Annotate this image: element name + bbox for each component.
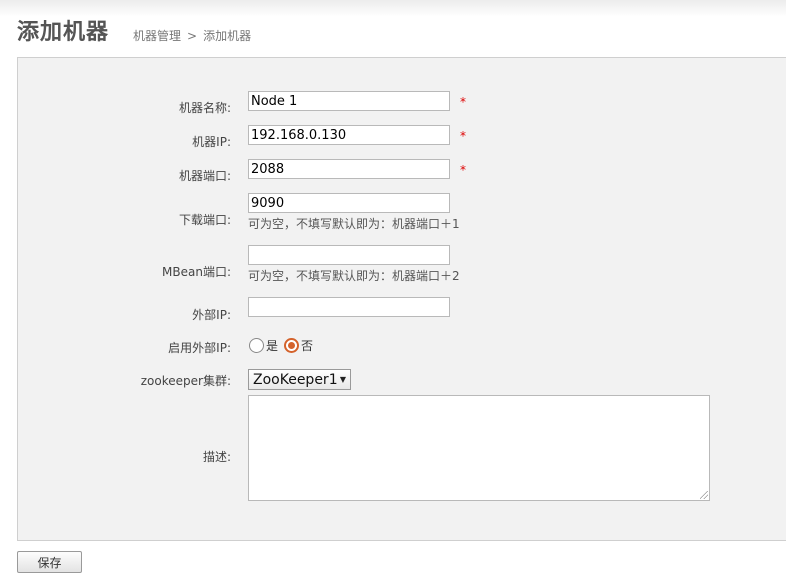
resize-grip-icon[interactable] — [700, 491, 708, 499]
chevron-down-icon: ▼ — [339, 375, 346, 384]
machine-port-label: 机器端口: — [178, 169, 231, 183]
machine-name-required-mark: * — [460, 95, 466, 109]
mbean-port-label: MBean端口: — [162, 265, 231, 279]
external-ip-input[interactable] — [248, 297, 450, 317]
download-port-label: 下载端口: — [178, 213, 231, 227]
machine-port-required-mark: * — [460, 163, 466, 177]
radio-no[interactable] — [284, 338, 300, 353]
machine-ip-required-mark: * — [460, 129, 466, 143]
machine-port-input[interactable] — [248, 159, 450, 179]
mbean-port-input[interactable] — [248, 245, 450, 265]
machine-ip-label: 机器IP: — [192, 135, 231, 149]
enable-external-ip-radio-group: 是 否 — [249, 337, 319, 354]
machine-ip-input[interactable] — [248, 125, 450, 145]
zookeeper-cluster-selected-value: ZooKeeper1 — [253, 371, 338, 388]
radio-no-label[interactable]: 否 — [301, 337, 313, 354]
download-port-input[interactable] — [248, 193, 450, 213]
external-ip-label: 外部IP: — [192, 308, 231, 322]
page-header: 添加机器 机器管理 > 添加机器 — [0, 0, 786, 56]
breadcrumb-item-add-machine: 添加机器 — [203, 29, 252, 43]
enable-external-ip-label: 启用外部IP: — [168, 341, 231, 355]
radio-yes[interactable] — [249, 338, 264, 353]
breadcrumb-separator: > — [187, 29, 198, 43]
machine-name-label: 机器名称: — [178, 101, 231, 115]
save-button[interactable]: 保存 — [17, 551, 82, 573]
mbean-port-hint: 可为空，不填写默认即为：机器端口＋2 — [248, 269, 460, 283]
zookeeper-cluster-label: zookeeper集群: — [140, 374, 231, 388]
zookeeper-cluster-select[interactable]: ZooKeeper1 ▼ — [248, 369, 351, 390]
machine-name-input[interactable] — [248, 91, 450, 111]
description-textarea[interactable] — [248, 395, 710, 501]
description-label: 描述: — [202, 450, 231, 464]
download-port-hint: 可为空，不填写默认即为：机器端口＋1 — [248, 217, 460, 231]
breadcrumb: 机器管理 > 添加机器 — [133, 27, 251, 44]
page-title: 添加机器 — [17, 20, 110, 45]
radio-yes-label[interactable]: 是 — [266, 337, 278, 354]
breadcrumb-item-machine-management[interactable]: 机器管理 — [133, 29, 181, 43]
